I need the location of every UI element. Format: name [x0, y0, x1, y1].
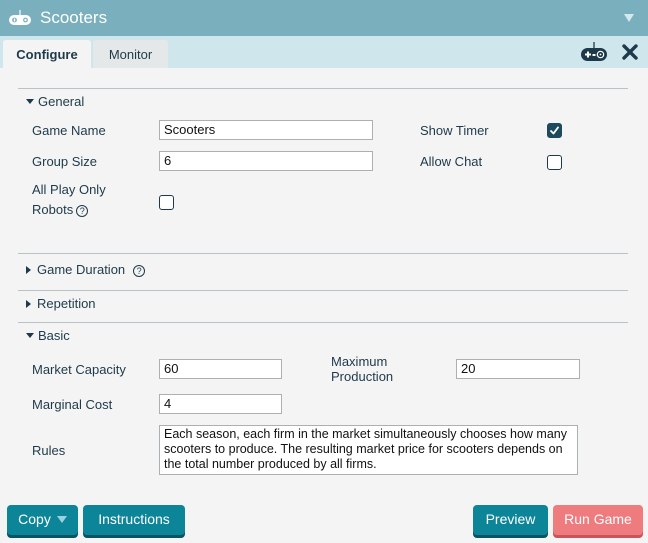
section-basic-header[interactable]: Basic	[26, 328, 70, 343]
copy-button-label: Copy	[18, 511, 51, 527]
tab-bar: Configure Monitor	[0, 36, 648, 68]
max-production-label-line2: Production	[331, 369, 394, 384]
section-general-title: General	[38, 94, 85, 109]
help-icon[interactable]: ?	[76, 204, 89, 217]
help-icon[interactable]: ?	[133, 264, 146, 277]
robots-label-line2: Robots	[32, 202, 74, 217]
market-capacity-input[interactable]: 60	[159, 359, 282, 379]
group-size-input[interactable]: 6	[159, 151, 373, 171]
preview-button[interactable]: Preview	[473, 505, 548, 535]
market-capacity-label: Market Capacity	[32, 362, 126, 377]
gamepad-icon[interactable]	[580, 42, 608, 62]
triangle-right-icon	[26, 299, 31, 308]
section-basic-title: Basic	[38, 328, 70, 343]
max-production-label-line1: Maximum	[331, 354, 388, 369]
allow-chat-label: Allow Chat	[420, 154, 483, 169]
tab-monitor[interactable]: Monitor	[93, 40, 168, 68]
divider	[18, 88, 628, 89]
divider	[18, 253, 628, 254]
group-size-label: Group Size	[32, 154, 98, 169]
run-game-button[interactable]: Run Game	[553, 505, 643, 535]
triangle-down-icon	[26, 99, 34, 105]
triangle-right-icon	[26, 265, 31, 274]
marginal-cost-label: Marginal Cost	[32, 397, 113, 412]
gamepad-icon	[9, 10, 31, 25]
game-name-label: Game Name	[32, 123, 106, 138]
chevron-down-icon	[56, 515, 67, 523]
close-icon[interactable]	[621, 43, 639, 61]
marginal-cost-input[interactable]: 4	[159, 394, 282, 414]
robots-checkbox[interactable]	[159, 195, 174, 210]
rules-label: Rules	[32, 443, 66, 458]
divider	[18, 322, 628, 323]
triangle-down-icon	[26, 333, 34, 339]
section-repetition-header[interactable]: Repetition	[26, 296, 96, 311]
section-repetition-title: Repetition	[37, 296, 96, 311]
section-game-duration-title: Game Duration	[37, 262, 126, 277]
game-name-input[interactable]: Scooters	[159, 120, 373, 140]
triangle-down-icon[interactable]	[624, 14, 634, 22]
max-production-input[interactable]: 20	[456, 359, 580, 379]
show-timer-label: Show Timer	[420, 123, 489, 138]
window-titlebar: Scooters	[0, 0, 648, 36]
allow-chat-checkbox[interactable]	[547, 155, 562, 170]
show-timer-checkbox[interactable]	[547, 123, 562, 138]
copy-button[interactable]: Copy	[7, 505, 78, 535]
divider	[18, 290, 628, 291]
section-general-header[interactable]: General	[26, 94, 84, 109]
tab-configure[interactable]: Configure	[3, 40, 91, 68]
checkmark-icon	[550, 126, 559, 135]
robots-label-line1: All Play Only	[32, 182, 106, 197]
window-title: Scooters	[40, 8, 108, 27]
rules-textarea[interactable]: Each season, each firm in the market sim…	[159, 425, 578, 475]
section-game-duration-header[interactable]: Game Duration?	[26, 262, 146, 277]
instructions-button[interactable]: Instructions	[83, 505, 185, 535]
robots-label: Robots?	[32, 202, 89, 218]
